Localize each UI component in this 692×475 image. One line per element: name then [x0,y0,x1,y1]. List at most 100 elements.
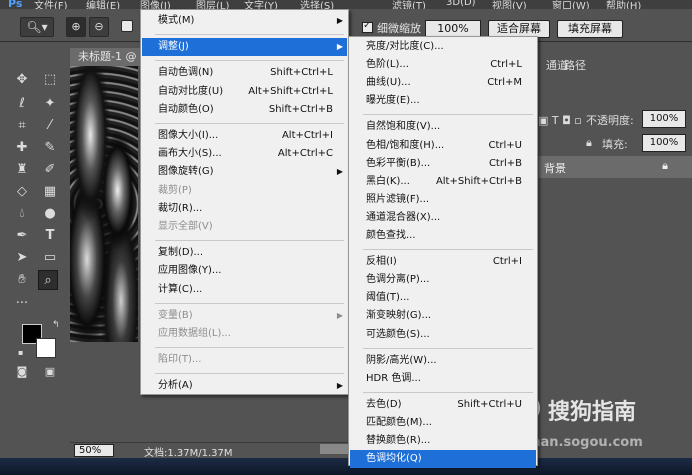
menu-item[interactable]: 自然饱和度(V)... [350,118,536,136]
type-tool-icon[interactable]: T [40,226,60,246]
menubar-item[interactable]: 文件(F) [34,0,68,9]
document-canvas[interactable] [70,66,138,342]
layer-row-background[interactable]: 背景 🔒︎ [538,156,692,178]
menu-item-label: 颜色查找... [366,230,416,241]
menu-item[interactable]: 色相/饱和度(H)... Ctrl+U [350,137,536,155]
rectangle-tool-icon[interactable]: ▭ [40,248,60,268]
menubar-item[interactable]: 图像(I) [140,0,171,9]
menu-item[interactable]: 色彩平衡(B)... Ctrl+B [350,155,536,173]
path-selection-tool-icon[interactable]: ➤ [12,248,32,268]
menubar-item[interactable]: 滤镜(T) [392,0,426,9]
menu-item[interactable]: 自动颜色(O) Shift+Ctrl+B [142,101,347,119]
menubar-item[interactable]: 视图(V) [492,0,527,9]
zoom-in-button[interactable]: ⊕ [66,17,86,37]
resize-windows-checkbox[interactable] [121,20,133,32]
menubar-item[interactable]: 文字(Y) [244,0,278,9]
move-tool-icon[interactable]: ✥ [12,70,32,90]
history-brush-tool-icon[interactable]: ✐ [40,160,60,180]
menu-item[interactable]: 渐变映射(G)... [350,307,536,325]
zoom-tool-icon[interactable]: ⌕ [38,270,58,290]
opacity-field[interactable]: 100% [642,110,686,128]
menu-separator [155,60,344,62]
hand-tool-icon[interactable]: ✋︎ [12,270,32,290]
background-color-swatch[interactable] [36,338,56,358]
menubar-item[interactable]: 3D(D) [446,0,476,8]
screen-mode-icon[interactable]: ▣ [40,362,60,382]
fill-field[interactable]: 100% [642,134,686,152]
pen-tool-icon[interactable]: ✒ [12,226,32,246]
menu-item[interactable]: 调整(J) ▶ [142,38,347,57]
submenu-arrow-icon: ▶ [336,310,343,320]
menu-item[interactable]: 自动色调(N) Shift+Ctrl+L [142,64,347,82]
document-tab[interactable]: 未标题-1 @ [70,48,140,66]
zoom-level-field[interactable]: 50% [74,444,114,457]
menu-item[interactable]: 去色(D) Shift+Ctrl+U [350,396,536,414]
menu-item-label: 应用图像(Y)... [158,265,222,277]
default-colors-icon[interactable]: ▪ [18,348,23,357]
marquee-tool-icon[interactable]: ⬚ [40,70,60,90]
menu-item[interactable]: 曲线(U)... Ctrl+M [350,74,536,92]
menubar-item[interactable]: 窗口(W) [552,0,590,9]
menu-item-label: 自动对比度(U) [158,85,224,97]
menu-item-label: 调整(J) [158,41,189,53]
menu-item[interactable]: 照片滤镜(F)... [350,191,536,209]
menu-item[interactable]: 裁切(R)... [142,200,347,218]
menu-item[interactable]: 应用图像(Y)... [142,262,347,280]
windows-taskbar [0,458,692,475]
menu-item[interactable]: 计算(C)... [142,281,347,299]
menubar-item[interactable]: 编辑(E) [86,0,120,9]
menu-item-label: 黑白(K)... [366,175,410,187]
menu-item[interactable]: 亮度/对比度(C)... [350,38,536,56]
healing-brush-tool-icon[interactable]: ✚ [12,138,32,158]
menu-item[interactable]: 色调均化(Q) [350,450,536,469]
menu-item[interactable]: 分析(A) ▶ [142,377,347,395]
menu-item[interactable]: 图像旋转(G) ▶ [142,163,347,181]
swap-colors-icon[interactable]: ↰ [52,320,60,330]
menu-item[interactable]: 自动对比度(U) Alt+Shift+Ctrl+L [142,83,347,101]
lasso-tool-icon[interactable]: ℓ [12,94,32,114]
tab-paths[interactable]: 路径 [556,56,594,76]
menu-item[interactable]: 画布大小(S)... Alt+Ctrl+C [142,145,347,163]
layer-filter-icons[interactable]: ▣ T ◘ ▫ [538,114,582,127]
zoom-out-button[interactable]: ⊖ [89,17,109,37]
menu-item[interactable]: 曝光度(E)... [350,92,536,110]
menu-item[interactable]: 复制(D)... [142,244,347,262]
menu-item[interactable]: HDR 色调... [350,370,536,388]
menu-item[interactable]: 颜色查找... [350,227,536,245]
gradient-tool-icon[interactable]: ▦ [40,182,60,202]
menu-item[interactable]: 反相(I) Ctrl+I [350,253,536,271]
menu-item[interactable]: 图像大小(I)... Alt+Ctrl+I [142,127,347,145]
menu-item[interactable]: 匹配颜色(M)... [350,414,536,432]
more-tools-icon[interactable]: ··· [12,294,32,314]
submenu-arrow-icon: ▶ [336,42,343,52]
eraser-tool-icon[interactable]: ◇ [12,182,32,202]
menu-item[interactable]: 色阶(L)... Ctrl+L [350,56,536,74]
scrubby-zoom-checkbox[interactable] [362,20,373,33]
zoom-tool-preset-button[interactable]: 🔍︎▾ [20,17,54,37]
magic-wand-tool-icon[interactable]: ✦ [40,94,60,114]
menu-item-label: 裁切(R)... [158,202,203,214]
fill-screen-button[interactable]: 填充屏幕 [557,20,623,38]
horizontal-scrollbar[interactable] [320,444,350,454]
lock-icons[interactable]: 🔒︎ [586,136,592,150]
menu-item[interactable]: 阴影/高光(W)... [350,352,536,370]
brush-tool-icon[interactable]: ✎ [40,138,60,158]
menu-item[interactable]: 通道混合器(X)... [350,209,536,227]
dodge-tool-icon[interactable]: ● [40,204,60,224]
menubar-item[interactable]: 帮助(H) [606,0,641,9]
menu-item[interactable]: 阈值(T)... [350,289,536,307]
quick-mask-icon[interactable]: ◙ [12,362,32,382]
blur-tool-icon[interactable]: 💧︎ [12,204,32,224]
menubar-item[interactable]: 图层(L) [196,0,229,9]
crop-tool-icon[interactable]: ⌗ [12,116,32,136]
menu-item[interactable]: 可选颜色(S)... [350,326,536,344]
menu-item[interactable]: 黑白(K)... Alt+Shift+Ctrl+B [350,173,536,191]
eyedropper-tool-icon[interactable]: ⁄ [40,116,60,136]
menubar-item[interactable]: 选择(S) [300,0,334,9]
menu-item[interactable]: 替换颜色(R)... [350,432,536,450]
layer-lock-icon: 🔒︎ [662,159,668,172]
clone-stamp-tool-icon[interactable]: ♜ [12,160,32,180]
menu-item[interactable]: 色调分离(P)... [350,271,536,289]
menu-item-shortcut: Ctrl+L [490,59,522,71]
menu-item[interactable]: 模式(M) ▶ [142,12,347,30]
